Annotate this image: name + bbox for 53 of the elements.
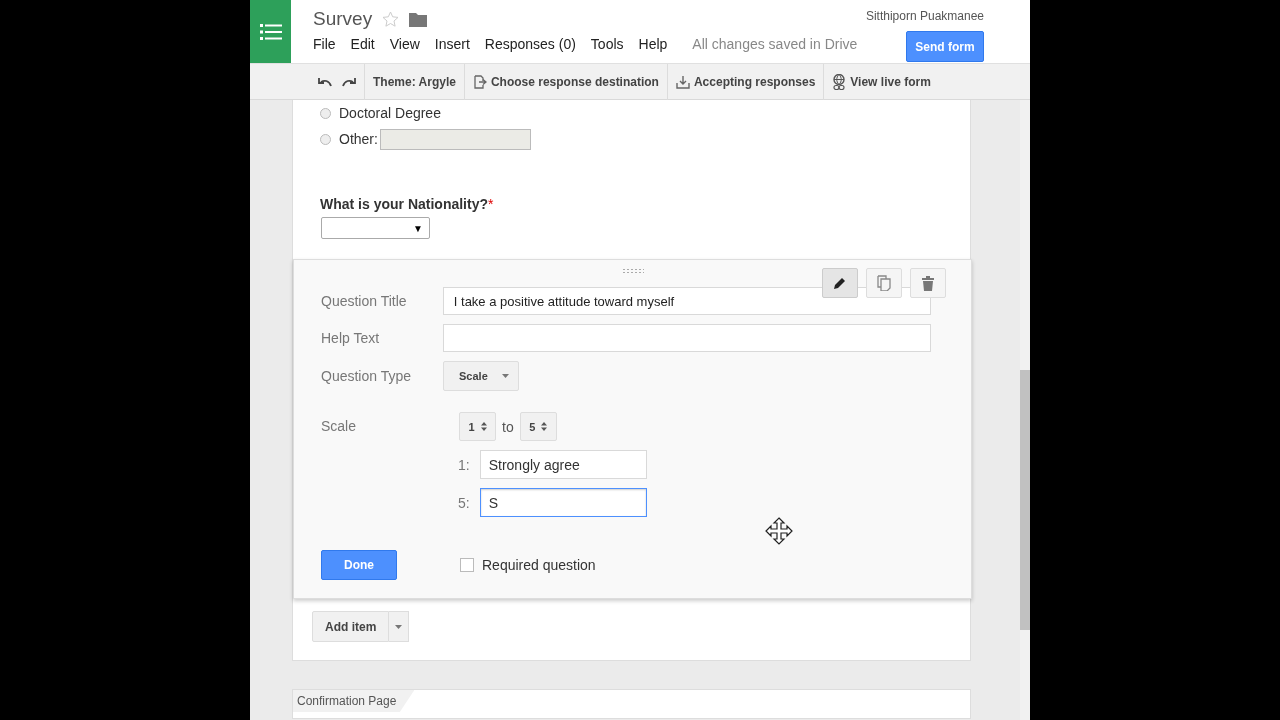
scale-to-select[interactable]: 5 (519, 412, 557, 441)
menu-item[interactable]: View (389, 36, 420, 52)
option-label: Other: (339, 131, 378, 147)
help-text-field[interactable] (442, 324, 931, 352)
toolbar-button[interactable]: View live form (824, 63, 939, 100)
anchor-label: 5: (458, 494, 470, 511)
field-label: Scale (321, 418, 358, 434)
menu-item[interactable]: Insert (434, 36, 470, 52)
required-label: Required question (482, 557, 596, 573)
list-icon (259, 23, 282, 40)
menu-item[interactable]: File (313, 36, 336, 52)
app-logo[interactable] (250, 0, 291, 63)
redo-icon (342, 76, 356, 87)
required-checkbox[interactable] (460, 558, 474, 572)
field-label: Question Title (321, 293, 408, 309)
field-label: Question Type (321, 368, 413, 384)
move-cursor-icon (765, 517, 793, 545)
theme-button[interactable]: Theme: Argyle (365, 63, 464, 100)
radio-button[interactable] (320, 107, 331, 119)
menu-item[interactable]: Responses (0) (484, 36, 576, 52)
menu-item[interactable]: Edit (350, 36, 375, 52)
undo-icon (318, 76, 332, 87)
caret-icon (501, 374, 509, 378)
scrollbar-thumb[interactable] (1020, 370, 1030, 630)
anchor-field[interactable]: S (479, 488, 647, 517)
spinner-arrows-icon (541, 422, 548, 431)
add-item-button[interactable]: Add item (312, 611, 390, 642)
radio-button[interactable] (320, 133, 331, 145)
caret-icon (395, 624, 403, 629)
title-field[interactable]: I take a positive attitude toward myself (442, 287, 931, 315)
folder-icon[interactable] (409, 11, 428, 27)
user-name[interactable]: Sitthiporn Puakmanee (865, 9, 984, 23)
anchor-field[interactable]: Strongly agree (479, 450, 647, 479)
add-item-menu-button[interactable] (389, 611, 410, 642)
option-label: Doctoral Degree (339, 105, 441, 121)
question-title: What is your Nationality?* (320, 196, 495, 212)
nationality-dropdown[interactable]: ▼ (321, 217, 430, 239)
globe-link-icon (832, 73, 847, 90)
toolbar-button[interactable]: Choose response destination (464, 63, 667, 100)
save-status: All changes saved in Drive (692, 36, 858, 52)
menu-item[interactable]: Tools (590, 36, 624, 52)
scale-from-select[interactable]: 1 (459, 412, 496, 441)
export-icon (472, 74, 487, 89)
star-icon[interactable] (382, 11, 400, 27)
to-label: to (502, 418, 514, 435)
download-icon (675, 74, 690, 89)
document-title[interactable]: Survey (313, 8, 373, 30)
question-type-dropdown[interactable]: Scale (443, 361, 519, 391)
spinner-arrows-icon (480, 422, 487, 431)
anchor-label: 1: (458, 456, 470, 473)
menu-item[interactable]: Help (638, 36, 668, 52)
field-label: Help Text (321, 330, 381, 346)
toolbar-button[interactable]: Accepting responses (667, 63, 824, 100)
